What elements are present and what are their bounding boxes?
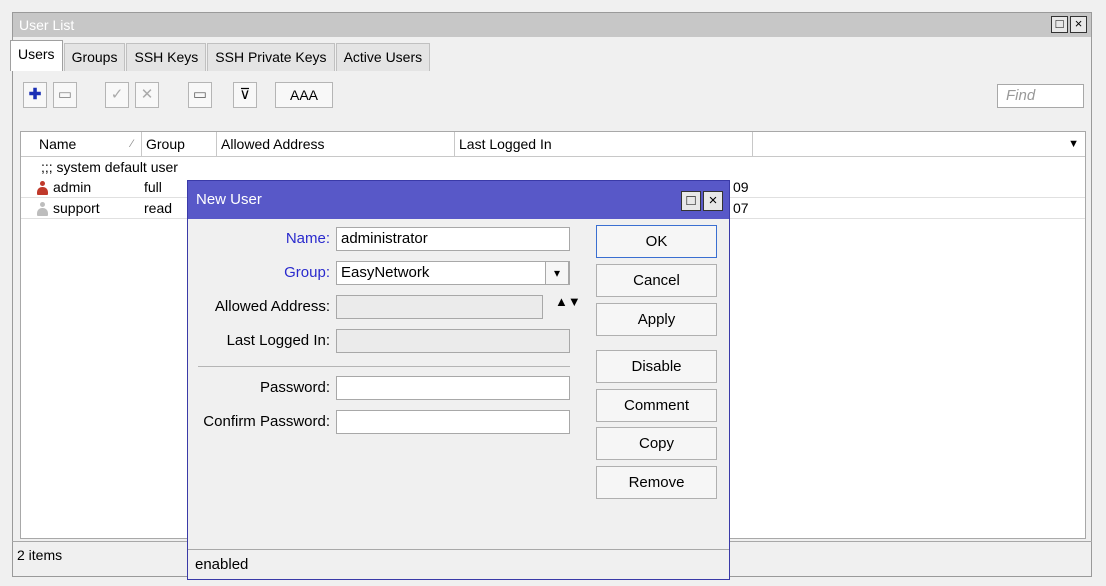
dialog-title: New User	[196, 191, 262, 208]
tab-active-users[interactable]: Active Users	[335, 43, 431, 71]
window-title: User List	[19, 17, 75, 33]
last-logged-in-field	[336, 329, 570, 353]
comment-button[interactable]: Comment	[596, 389, 717, 422]
apply-button[interactable]: Apply	[596, 303, 717, 336]
enable-button[interactable]: ✓	[105, 82, 129, 108]
confirm-password-field[interactable]	[336, 410, 570, 434]
remove-button[interactable]: ▭	[53, 82, 77, 108]
ok-button[interactable]: OK	[596, 225, 717, 258]
row-group: read	[144, 200, 173, 216]
group-label: Group:	[284, 264, 330, 281]
allowed-address-label: Allowed Address:	[214, 298, 330, 315]
aaa-button[interactable]: AAA	[275, 82, 333, 108]
password-label: Password:	[259, 379, 330, 396]
filter-button[interactable]: ⊽	[233, 82, 257, 108]
column-dropdown-icon[interactable]: ▼	[1068, 138, 1079, 150]
confirm-password-label: Confirm Password:	[203, 413, 330, 430]
row-name: admin	[53, 179, 92, 195]
restore-dialog-button[interactable]: □	[681, 191, 701, 211]
restore-window-button[interactable]: □	[1051, 16, 1068, 33]
col-last-logged-in[interactable]: Last Logged In	[455, 132, 753, 156]
copy-button[interactable]: Copy	[596, 427, 717, 460]
dialog-status: enabled	[188, 549, 729, 579]
dialog-titlebar[interactable]: New User □ ×	[188, 181, 729, 219]
close-dialog-button[interactable]: ×	[703, 191, 723, 211]
find-input[interactable]: Find	[997, 84, 1084, 108]
add-button[interactable]: ✚	[23, 82, 47, 108]
row-last-logged: 09	[733, 179, 749, 195]
tab-groups[interactable]: Groups	[63, 43, 126, 71]
group-dropdown-icon[interactable]: ▾	[545, 261, 569, 285]
row-last-logged: 07	[733, 200, 749, 216]
updown-icon[interactable]: ▲▼	[555, 295, 581, 308]
last-logged-in-label: Last Logged In:	[226, 332, 330, 349]
section-comment: ;;; system default user	[41, 159, 178, 175]
tab-ssh-keys[interactable]: SSH Keys	[126, 43, 207, 71]
tab-users[interactable]: Users	[10, 40, 63, 71]
sort-icon: ⁄	[131, 138, 133, 150]
window-titlebar[interactable]: User List □ ×	[13, 13, 1091, 37]
disable-button[interactable]: ✕	[135, 82, 159, 108]
name-label: Name:	[285, 230, 330, 247]
separator	[198, 366, 570, 367]
allowed-address-field[interactable]	[336, 295, 543, 319]
group-select[interactable]: EasyNetwork	[336, 261, 570, 285]
row-group: full	[144, 179, 162, 195]
close-window-button[interactable]: ×	[1070, 16, 1087, 33]
remove-button[interactable]: Remove	[596, 466, 717, 499]
col-allowed-address[interactable]: Allowed Address	[217, 132, 455, 156]
user-icon	[37, 202, 48, 217]
name-field[interactable]: administrator	[336, 227, 570, 251]
disable-button[interactable]: Disable	[596, 350, 717, 383]
tab-bar: Users Groups SSH Keys SSH Private Keys A…	[10, 40, 431, 71]
col-group[interactable]: Group	[142, 132, 217, 156]
user-icon	[37, 181, 48, 196]
table-header: Name ⁄ Group Allowed Address Last Logged…	[21, 132, 1085, 157]
row-name: support	[53, 200, 100, 216]
col-name[interactable]: Name ⁄	[35, 132, 142, 156]
password-field[interactable]	[336, 376, 570, 400]
new-user-dialog: New User □ × Name: administrator Group: …	[187, 180, 730, 580]
cancel-button[interactable]: Cancel	[596, 264, 717, 297]
tab-ssh-private-keys[interactable]: SSH Private Keys	[207, 43, 335, 71]
comment-button[interactable]: ▭	[188, 82, 212, 108]
